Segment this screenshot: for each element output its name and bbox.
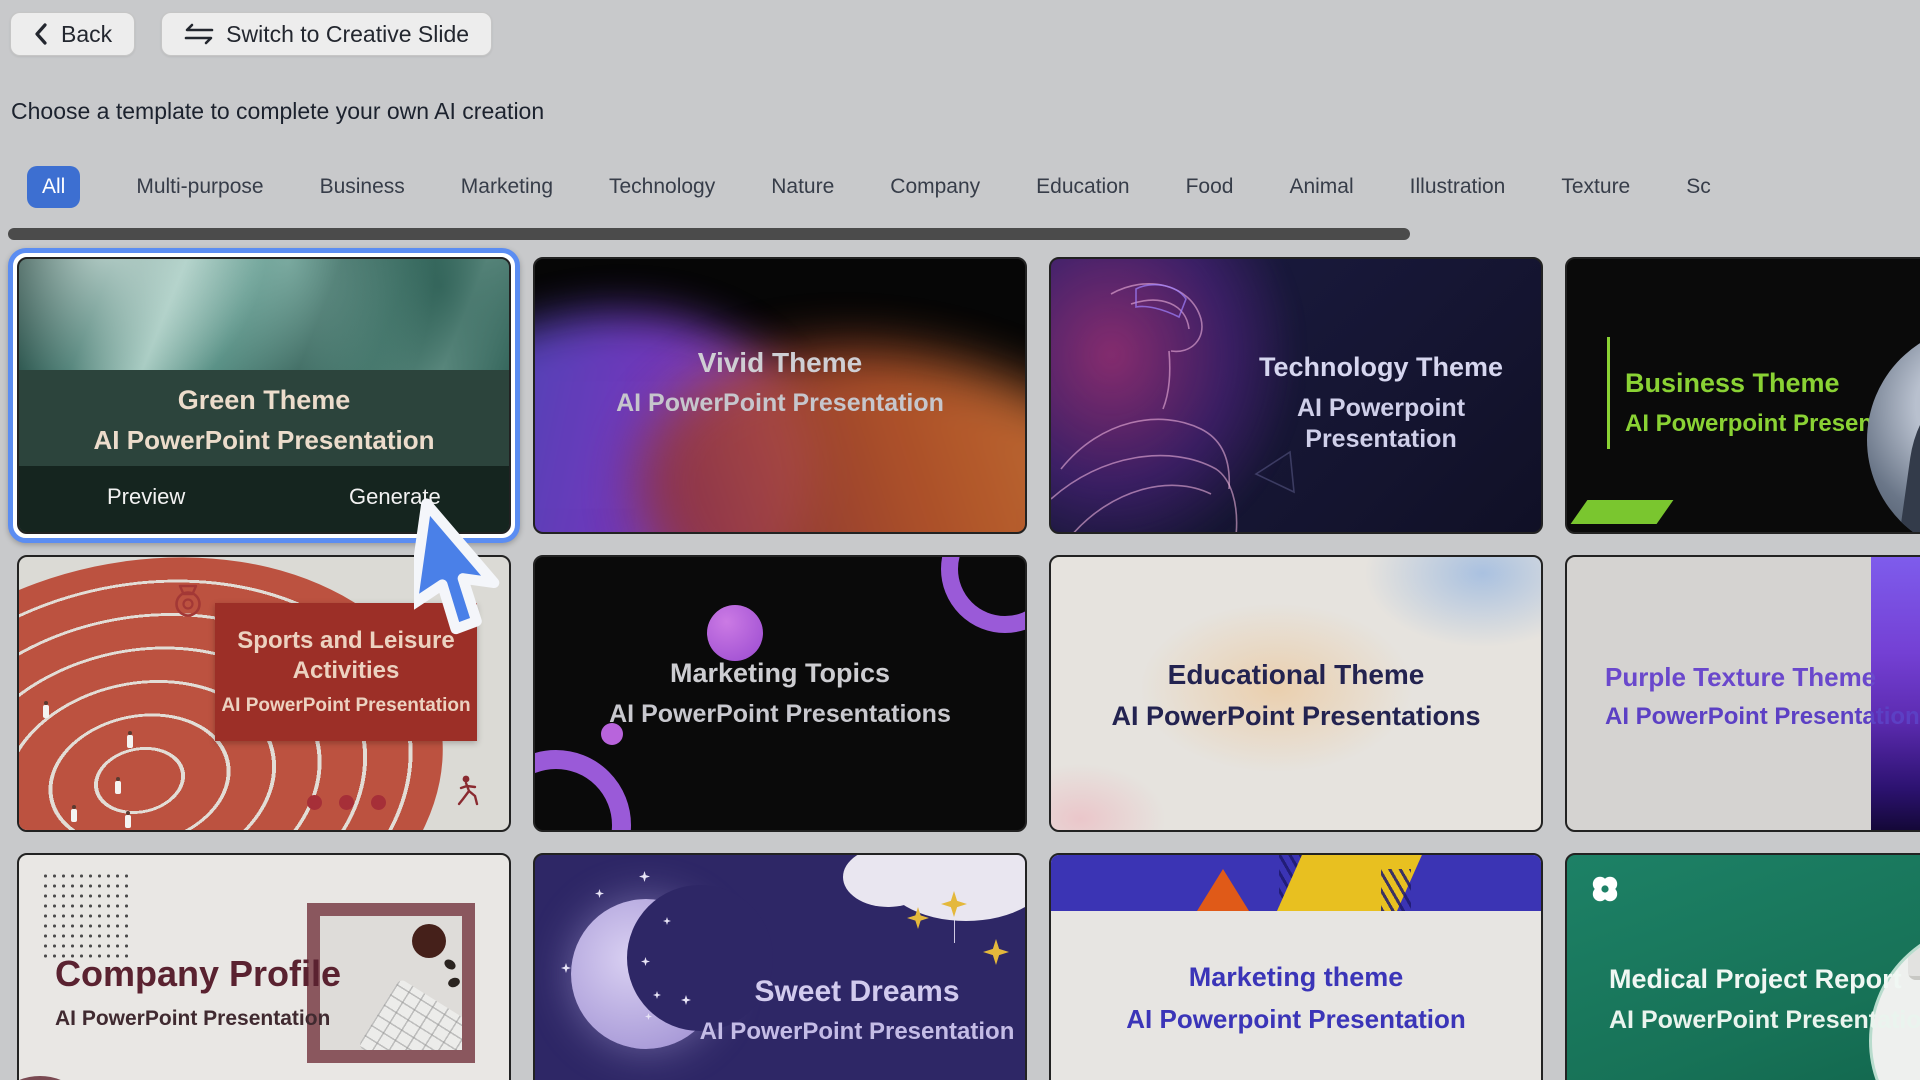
green-theme-title-band: Green Theme AI PowerPoint Presentation bbox=[19, 370, 509, 470]
template-card-technology-theme[interactable]: Technology Theme AI Powerpoint Presentat… bbox=[1049, 257, 1543, 534]
purple-ring-bottom-left bbox=[533, 750, 631, 832]
runner-figure bbox=[115, 781, 121, 794]
star-sparkle bbox=[595, 889, 604, 898]
card-text: Purple Texture Theme AI PowerPoint Prese… bbox=[1605, 661, 1920, 732]
template-title: Green Theme bbox=[19, 384, 509, 418]
runner-figure bbox=[127, 735, 133, 748]
template-card-medical-report[interactable]: Medical Project Report AI PowerPoint Pre… bbox=[1565, 853, 1920, 1080]
purple-ring-top-right bbox=[941, 555, 1027, 633]
template-subtitle: AI PowerPoint Presentation bbox=[1605, 702, 1920, 732]
purple-circle bbox=[707, 605, 763, 661]
star-sparkle bbox=[639, 871, 650, 882]
maroon-corner-shape bbox=[17, 1076, 95, 1080]
card-text: Marketing theme AI Powerpoint Presentati… bbox=[1051, 961, 1541, 1035]
template-title: Sweet Dreams bbox=[685, 973, 1027, 1011]
coffee-cup bbox=[412, 924, 446, 958]
header-band bbox=[1051, 855, 1541, 911]
card-text: Company Profile AI PowerPoint Presentati… bbox=[55, 951, 341, 1032]
card-text: Medical Project Report AI PowerPoint Pre… bbox=[1609, 963, 1920, 1036]
preview-button[interactable]: Preview bbox=[107, 484, 185, 510]
template-subtitle: AI PowerPoint Presentations bbox=[1051, 700, 1541, 734]
keyboard-photo bbox=[358, 978, 475, 1063]
green-parallelogram bbox=[1571, 500, 1674, 524]
template-title: Marketing Topics bbox=[535, 657, 1025, 691]
template-title: Educational Theme bbox=[1051, 657, 1541, 692]
generate-button[interactable]: Generate bbox=[349, 484, 441, 510]
runner-figure bbox=[71, 809, 77, 822]
template-subtitle: AI PowerPoint Presentation bbox=[1609, 1005, 1920, 1036]
template-subtitle: AI PowerPoint Presentations bbox=[535, 699, 1025, 730]
template-subtitle: AI PowerPoint Presentation bbox=[535, 388, 1025, 419]
decor-item bbox=[443, 957, 458, 971]
dot-grid-decor bbox=[41, 871, 129, 963]
template-card-sweet-dreams[interactable]: Sweet Dreams AI PowerPoint Presentation bbox=[533, 853, 1027, 1080]
template-card-educational-theme[interactable]: Educational Theme AI PowerPoint Presenta… bbox=[1049, 555, 1543, 832]
decor-dot bbox=[339, 795, 354, 810]
decor-dot bbox=[371, 795, 386, 810]
orange-triangle bbox=[1197, 869, 1249, 911]
card-action-bar: Preview Generate bbox=[19, 466, 509, 532]
template-card-vivid-theme[interactable]: Vivid Theme AI PowerPoint Presentation bbox=[533, 257, 1027, 534]
medical-clover-icon bbox=[1589, 873, 1621, 905]
template-subtitle: AI PowerPoint Presentation bbox=[55, 1006, 341, 1032]
business-accent-line bbox=[1607, 337, 1610, 449]
template-card-business-theme[interactable]: Business Theme AI Powerpoint Presentatio… bbox=[1565, 257, 1920, 534]
decor-item bbox=[447, 976, 461, 989]
star-sparkle bbox=[561, 963, 571, 973]
sports-title-panel: Sports and Leisure Activities AI PowerPo… bbox=[215, 603, 477, 741]
template-subtitle: AI PowerPoint Presentation bbox=[685, 1017, 1027, 1047]
template-card-marketing-theme[interactable]: Marketing theme AI Powerpoint Presentati… bbox=[1049, 853, 1543, 1080]
card-text: Vivid Theme AI PowerPoint Presentation bbox=[535, 345, 1025, 419]
card-text: Technology Theme AI Powerpoint Presentat… bbox=[1221, 351, 1541, 455]
card-text: Educational Theme AI PowerPoint Presenta… bbox=[1051, 657, 1541, 734]
template-title: Purple Texture Theme bbox=[1605, 661, 1920, 694]
card-text: Marketing Topics AI PowerPoint Presentat… bbox=[535, 657, 1025, 730]
template-card-company-profile[interactable]: Company Profile AI PowerPoint Presentati… bbox=[17, 853, 511, 1080]
runner-icon bbox=[453, 774, 487, 806]
template-grid: Green Theme AI PowerPoint Presentation P… bbox=[0, 0, 1920, 1080]
runner-figure bbox=[43, 705, 49, 718]
template-title: Technology Theme bbox=[1221, 351, 1541, 385]
template-card-green-theme[interactable]: Green Theme AI PowerPoint Presentation P… bbox=[17, 257, 511, 534]
decor-dot bbox=[307, 795, 322, 810]
hatch-decor bbox=[1381, 869, 1411, 911]
template-title: Medical Project Report bbox=[1609, 963, 1920, 997]
green-stripe bbox=[1915, 436, 1920, 534]
template-card-sports-leisure[interactable]: Sports and Leisure Activities AI PowerPo… bbox=[17, 555, 511, 832]
template-title: Marketing theme bbox=[1051, 961, 1541, 995]
businessman-photo bbox=[1867, 325, 1920, 534]
template-subtitle: AI Powerpoint Presentation bbox=[1221, 393, 1541, 456]
template-subtitle: AI PowerPoint Presentation bbox=[19, 424, 509, 457]
template-card-purple-texture[interactable]: Purple Texture Theme AI PowerPoint Prese… bbox=[1565, 555, 1920, 832]
template-title: Sports and Leisure Activities bbox=[215, 626, 477, 686]
gold-star bbox=[983, 939, 1009, 965]
template-card-marketing-topics[interactable]: Marketing Topics AI PowerPoint Presentat… bbox=[533, 555, 1027, 832]
runner-figure bbox=[125, 815, 131, 828]
template-title: Vivid Theme bbox=[535, 345, 1025, 380]
template-title: Company Profile bbox=[55, 951, 341, 996]
card-text: Sweet Dreams AI PowerPoint Presentation bbox=[685, 973, 1027, 1047]
template-subtitle: AI PowerPoint Presentation bbox=[215, 694, 477, 718]
medal-icon bbox=[171, 583, 205, 619]
template-subtitle: AI Powerpoint Presentation bbox=[1051, 1003, 1541, 1036]
